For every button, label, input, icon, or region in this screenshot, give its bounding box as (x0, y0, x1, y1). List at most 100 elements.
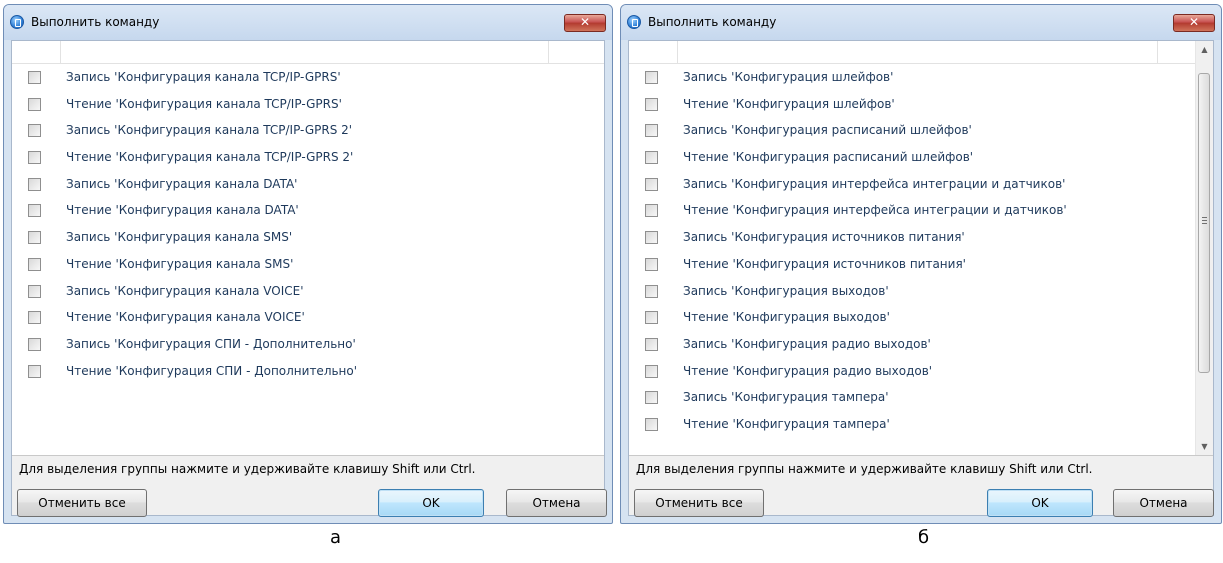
close-button[interactable]: ✕ (1173, 14, 1215, 32)
item-checkbox[interactable] (28, 337, 41, 351)
item-label: Чтение 'Конфигурация канала DATA' (66, 203, 299, 218)
list-header (629, 41, 1196, 64)
dialog-title: Выполнить команду (31, 15, 160, 29)
item-checkbox[interactable] (645, 364, 658, 378)
list-item[interactable]: Запись 'Конфигурация источников питания' (629, 226, 1196, 253)
item-checkbox[interactable] (645, 417, 658, 431)
item-checkbox[interactable] (645, 337, 658, 351)
item-checkbox[interactable] (28, 204, 41, 218)
list-item[interactable]: Чтение 'Конфигурация интерфейса интеграц… (629, 199, 1196, 226)
command-list[interactable]: Запись 'Конфигурация шлейфов' Чтение 'Кон… (629, 41, 1213, 456)
item-checkbox[interactable] (645, 391, 658, 405)
list-item[interactable]: Запись 'Конфигурация выходов' (629, 280, 1196, 307)
list-item[interactable]: Запись 'Конфигурация расписаний шлейфов' (629, 119, 1196, 146)
list-item[interactable]: Запись 'Конфигурация радио выходов' (629, 333, 1196, 360)
item-label: Запись 'Конфигурация расписаний шлейфов' (683, 123, 972, 138)
list-item[interactable]: Запись 'Конфигурация канала TCP/IP-GPRS' (12, 66, 604, 93)
selection-hint: Для выделения группы нажмите и удерживай… (19, 462, 476, 476)
item-label: Запись 'Конфигурация шлейфов' (683, 70, 894, 84)
list-item[interactable]: Запись 'Конфигурация канала DATA' (12, 173, 604, 200)
cancel-button[interactable]: Отмена (1113, 489, 1214, 517)
scroll-down-arrow-icon[interactable]: ▼ (1196, 438, 1213, 455)
item-label: Запись 'Конфигурация канала DATA' (66, 176, 298, 191)
cancel-button[interactable]: Отмена (506, 489, 607, 517)
item-label: Чтение 'Конфигурация выходов' (683, 310, 890, 325)
grip-line (1202, 220, 1207, 221)
list-item[interactable]: Чтение 'Конфигурация шлейфов' (629, 93, 1196, 120)
item-label: Запись 'Конфигурация канала SMS' (66, 230, 293, 245)
item-checkbox[interactable] (645, 124, 658, 138)
item-label: Чтение 'Конфигурация СПИ - Дополнительно… (66, 363, 358, 378)
list-item[interactable]: Чтение 'Конфигурация выходов' (629, 306, 1196, 333)
list-item[interactable]: Чтение 'Конфигурация радио выходов' (629, 360, 1196, 387)
item-label: Чтение 'Конфигурация шлейфов' (683, 96, 895, 111)
item-checkbox[interactable] (28, 97, 41, 111)
item-checkbox[interactable] (645, 284, 658, 298)
list-item[interactable]: Запись 'Конфигурация канала TCP/IP-GPRS … (12, 119, 604, 146)
command-list[interactable]: Запись 'Конфигурация канала TCP/IP-GPRS'… (12, 41, 604, 456)
list-item[interactable]: Запись 'Конфигурация интерфейса интеграц… (629, 173, 1196, 200)
item-label: Чтение 'Конфигурация радио выходов' (683, 363, 933, 378)
item-checkbox[interactable] (28, 231, 41, 245)
list-header (12, 41, 604, 64)
item-checkbox[interactable] (645, 204, 658, 218)
item-checkbox[interactable] (28, 311, 41, 325)
list-item[interactable]: Запись 'Конфигурация тампера' (629, 386, 1196, 413)
item-label: Чтение 'Конфигурация канала VOICE' (66, 310, 305, 325)
scroll-thumb[interactable] (1198, 73, 1210, 373)
item-label: Запись 'Конфигурация выходов' (683, 283, 889, 298)
item-checkbox[interactable] (28, 151, 41, 165)
title-bar[interactable]: Выполнить команду ✕ (4, 5, 612, 40)
list-item[interactable]: Запись 'Конфигурация канала SMS' (12, 226, 604, 253)
list-item[interactable]: Чтение 'Конфигурация СПИ - Дополнительно… (12, 360, 604, 387)
item-checkbox[interactable] (645, 231, 658, 245)
ok-button[interactable]: OK (378, 489, 484, 517)
app-icon (627, 15, 641, 29)
item-label: Чтение 'Конфигурация интерфейса интеграц… (683, 203, 1067, 218)
item-checkbox[interactable] (28, 71, 41, 84)
item-checkbox[interactable] (645, 257, 658, 271)
item-label: Чтение 'Конфигурация канала SMS' (66, 256, 294, 271)
item-label: Запись 'Конфигурация канала VOICE' (66, 283, 304, 298)
item-checkbox[interactable] (645, 71, 658, 84)
close-button[interactable]: ✕ (564, 14, 606, 32)
scroll-up-arrow-icon[interactable]: ▲ (1196, 41, 1213, 58)
item-checkbox[interactable] (28, 257, 41, 271)
item-checkbox[interactable] (28, 284, 41, 298)
grip-line (1202, 223, 1207, 224)
item-checkbox[interactable] (645, 97, 658, 111)
item-checkbox[interactable] (28, 364, 41, 378)
column-divider (1157, 41, 1158, 63)
column-divider (677, 41, 678, 63)
item-checkbox[interactable] (645, 311, 658, 325)
list-item[interactable]: Чтение 'Конфигурация источников питания' (629, 253, 1196, 280)
list-item[interactable]: Чтение 'Конфигурация канала DATA' (12, 199, 604, 226)
item-checkbox[interactable] (645, 177, 658, 191)
list-item[interactable]: Чтение 'Конфигурация канала SMS' (12, 253, 604, 280)
vertical-scrollbar[interactable]: ▲ ▼ (1195, 41, 1213, 455)
list-item[interactable]: Чтение 'Конфигурация тампера' (629, 413, 1196, 440)
list-item[interactable]: Запись 'Конфигурация СПИ - Дополнительно… (12, 333, 604, 360)
ok-button[interactable]: OK (987, 489, 1093, 517)
item-checkbox[interactable] (645, 151, 658, 165)
item-label: Чтение 'Конфигурация канала TCP/IP-GPRS … (66, 150, 354, 165)
deselect-all-button[interactable]: Отменить все (17, 489, 147, 517)
list-item[interactable]: Чтение 'Конфигурация канала TCP/IP-GPRS … (12, 146, 604, 173)
dialog-title: Выполнить команду (648, 15, 777, 29)
item-checkbox[interactable] (28, 177, 41, 191)
list-item[interactable]: Чтение 'Конфигурация расписаний шлейфов' (629, 146, 1196, 173)
title-bar[interactable]: Выполнить команду ✕ (621, 5, 1221, 40)
deselect-all-button[interactable]: Отменить все (634, 489, 764, 517)
list-item[interactable]: Чтение 'Конфигурация канала VOICE' (12, 306, 604, 333)
item-label: Запись 'Конфигурация источников питания' (683, 230, 965, 245)
list-item[interactable]: Запись 'Конфигурация шлейфов' (629, 66, 1196, 93)
app-icon (10, 15, 24, 29)
item-label: Чтение 'Конфигурация расписаний шлейфов' (683, 150, 974, 165)
execute-command-dialog-b: Выполнить команду ✕ Запись 'Конфигурация… (620, 4, 1222, 524)
grip-line (1202, 217, 1207, 218)
list-item[interactable]: Чтение 'Конфигурация канала TCP/IP-GPRS' (12, 93, 604, 120)
item-checkbox[interactable] (28, 124, 41, 138)
selection-hint: Для выделения группы нажмите и удерживай… (636, 462, 1093, 476)
figure-caption-b: б (918, 527, 930, 548)
list-item[interactable]: Запись 'Конфигурация канала VOICE' (12, 280, 604, 307)
